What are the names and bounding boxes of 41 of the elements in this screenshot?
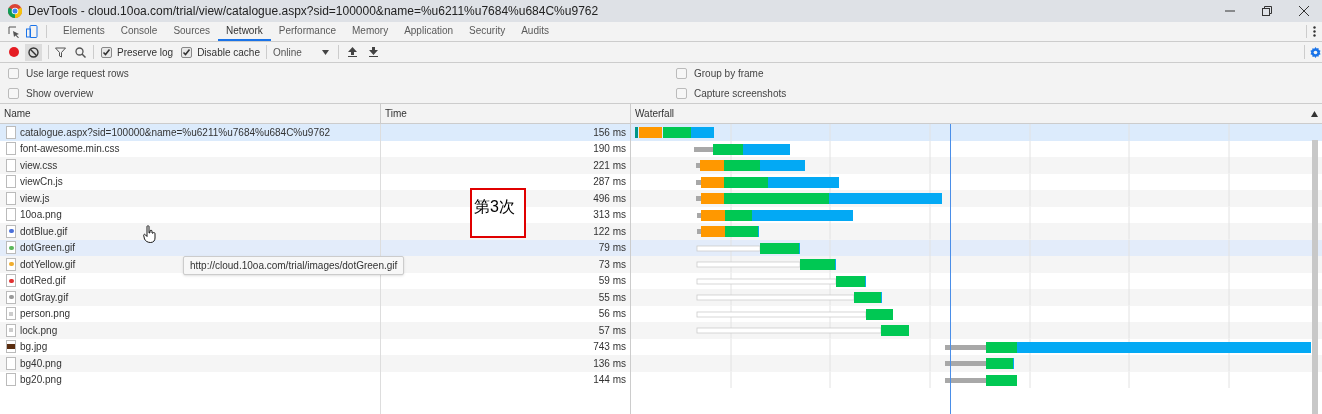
request-time: 190 ms [593,142,626,157]
window-title: DevTools - cloud.10oa.com/trial/view/catalogue.aspx?sid=100000&name=%u6211%u7684%u684C%u9762 [28,3,599,20]
request-time: 144 ms [593,373,626,388]
request-name: view.js [20,191,50,206]
request-time: 743 ms [593,340,626,355]
request-name: catalogue.aspx?sid=100000&name=%u6211%u7684%u684C%u9762 [20,125,331,140]
request-name: person.png [20,307,71,322]
checkbox-label: Disable cache [197,45,260,60]
request-time: 73 ms [598,257,626,272]
request-name: dotGray.gif [20,290,69,305]
request-name: viewCn.js [20,175,63,190]
request-name: bg40.png [20,356,62,371]
request-time: 221 ms [593,158,626,173]
request-time: 55 ms [598,290,626,305]
setting-label: Use large request rows [26,66,129,81]
setting-label: Group by frame [694,66,764,81]
request-name: dotRed.gif [20,274,66,289]
request-time: 79 ms [598,241,626,256]
request-time: 156 ms [593,125,626,140]
request-name: bg.jpg [20,340,48,355]
request-time: 313 ms [593,208,626,223]
request-time: 59 ms [598,274,626,289]
request-time: 57 ms [598,323,626,338]
setting-label: Show overview [26,86,94,101]
checkbox-label: Preserve log [117,45,174,60]
request-name: 10oa.png [20,208,62,223]
request-time: 136 ms [593,356,626,371]
request-name: dotBlue.gif [20,224,68,239]
request-time: 122 ms [593,224,626,239]
request-time: 496 ms [593,191,626,206]
setting-label: Capture screenshots [694,86,787,101]
request-time: 287 ms [593,175,626,190]
request-name: view.css [20,158,58,173]
request-name: lock.png [20,323,58,338]
request-name: font-awesome.min.css [20,142,120,157]
url-tooltip: http://cloud.10oa.com/trial/images/dotGreen.gif [183,256,405,275]
request-time: 56 ms [598,307,626,322]
request-name: dotYellow.gif [20,257,76,272]
annotation-box: 第3次 [470,188,526,238]
request-name: dotGreen.gif [20,241,76,256]
request-name: bg20.png [20,373,62,388]
